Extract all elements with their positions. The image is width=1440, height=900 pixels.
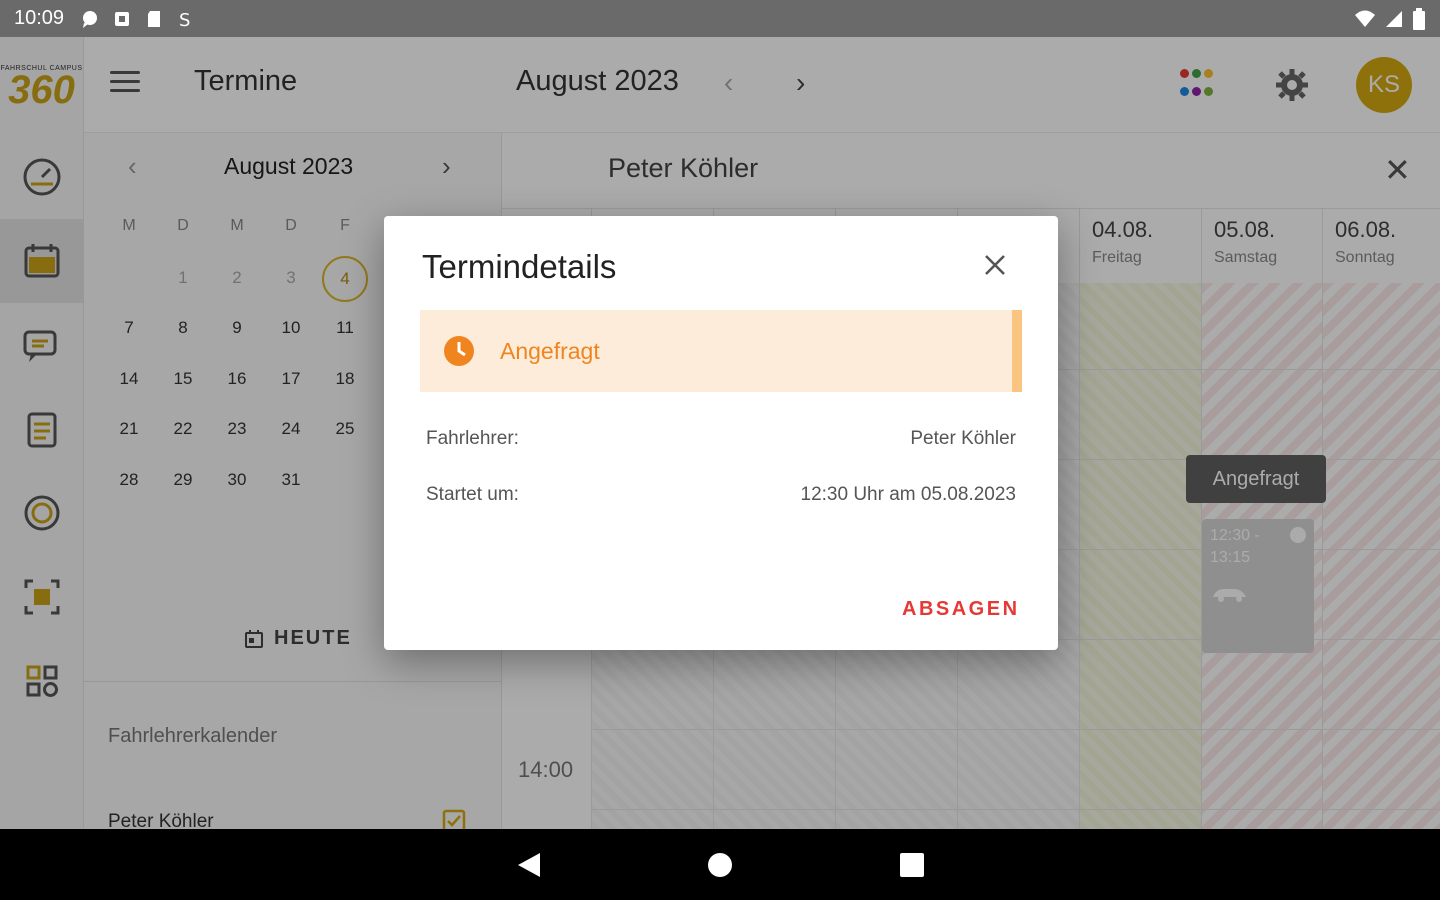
wifi-icon [1355,10,1375,27]
detail-label: Fahrlehrer: [426,428,519,449]
chat-notification-icon [83,10,98,28]
sd-card-icon [148,10,161,27]
svg-text:S: S [179,10,190,29]
back-icon[interactable] [516,851,542,879]
dialog-title: Termindetails [422,248,617,285]
appointment-details-dialog: Termindetails Angefragt Fahrlehrer: Pete… [384,216,1058,650]
signal-icon [1386,10,1402,27]
clock-icon [444,336,474,366]
home-icon[interactable] [708,853,732,877]
detail-row-instructor: Fahrlehrer: Peter Köhler [426,428,1016,450]
battery-icon [1413,7,1425,30]
status-banner: Angefragt [420,310,1022,392]
status-bar: 10:09 S [0,0,1440,37]
app-notification-icon [115,11,130,26]
detail-label: Startet um: [426,484,519,505]
close-icon[interactable] [978,248,1012,282]
status-time: 10:09 [14,7,65,29]
detail-value: 12:30 Uhr am 05.08.2023 [800,484,1017,505]
detail-row-start: Startet um: 12:30 Uhr am 05.08.2023 [426,484,1016,506]
cancel-appointment-button[interactable]: ABSAGEN [902,598,1020,621]
recents-icon[interactable] [900,853,924,877]
sync-icon: S [179,10,190,29]
system-navigation-bar [0,829,1440,900]
status-text: Angefragt [500,337,600,364]
detail-value: Peter Köhler [910,428,1016,449]
